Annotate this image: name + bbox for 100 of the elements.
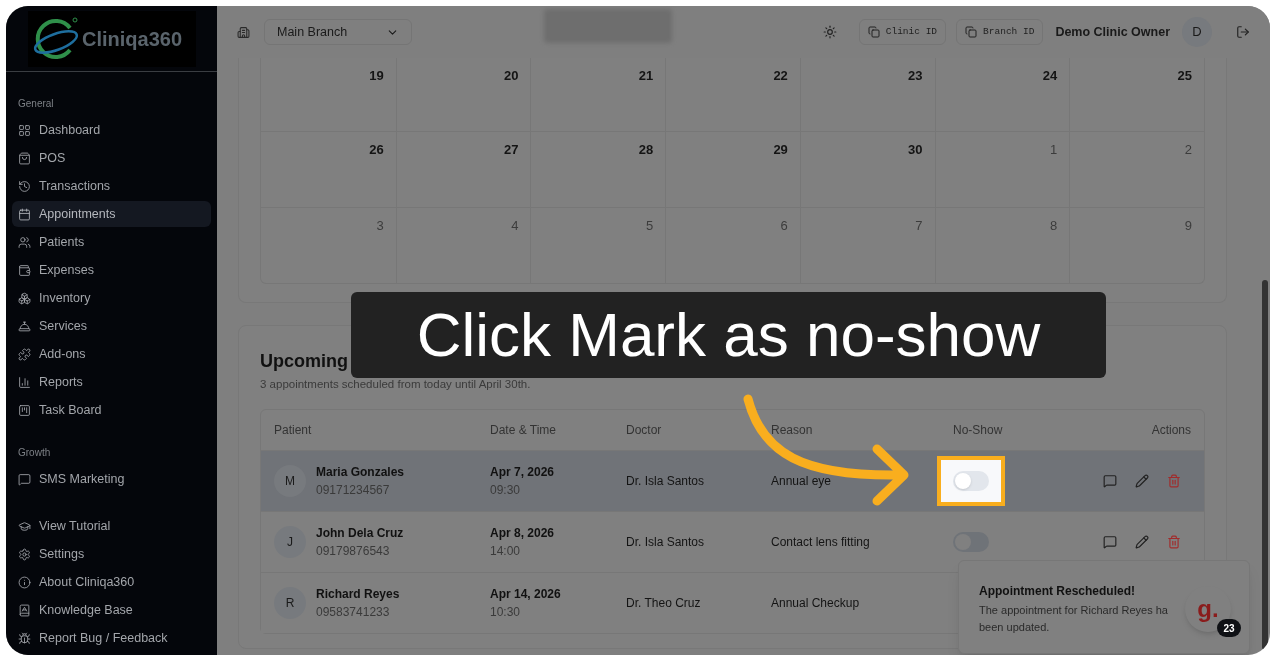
logo-text: Cliniqa360 [82,26,183,52]
bug-icon [18,631,31,645]
delete-icon[interactable] [1167,474,1181,489]
graduation-cap-icon [18,519,31,533]
branch-id-button[interactable]: Branch ID [956,19,1044,45]
copy-icon [965,26,978,38]
calendar-day[interactable]: 5 [645,216,654,236]
patient-name: Maria Gonzales [316,464,405,482]
sidebar-item[interactable]: Patients [12,229,211,255]
patient-name: John Dela Cruz [316,525,404,543]
sidebar-item[interactable]: Services [12,313,211,339]
patient-avatar: M [274,465,306,498]
logo-swirl-icon [32,15,80,62]
dashboard-icon [18,123,31,137]
appointment-date: Apr 8, 2026 [490,525,556,543]
column-header: Patient [274,422,313,440]
calendar-day[interactable]: 9 [1184,216,1192,236]
building-icon [237,25,250,39]
info-icon [18,575,31,589]
no-show-toggle[interactable] [953,471,989,492]
sidebar-item[interactable]: Inventory [12,285,211,311]
reason: Annual eye [771,473,833,491]
calendar-day[interactable]: 4 [511,216,519,236]
user-avatar[interactable]: D [1182,17,1212,47]
users-icon [18,235,31,249]
section-title: Upcoming [260,350,349,373]
sidebar-item[interactable]: Appointments [12,201,211,227]
column-header: Actions [1151,422,1191,440]
sidebar-item[interactable]: Reports [12,369,211,395]
column-header: Date & Time [490,422,558,440]
appointment-row[interactable]: M Maria Gonzales 09171234567 Apr 7, 2026 09:30 Dr. Isla Santos Annual eye [261,450,1204,512]
edit-icon[interactable] [1135,474,1149,489]
calendar-day[interactable]: 6 [780,216,788,236]
calendar-day[interactable]: 29 [773,140,788,160]
board-icon [18,403,31,417]
calendar-day[interactable]: 1 [1050,140,1058,160]
sidebar-item[interactable]: Knowledge Base [12,597,211,623]
calendar-day[interactable]: 28 [638,140,654,160]
bell-icon [18,319,31,333]
theme-toggle-icon[interactable] [822,25,837,39]
calendar-day[interactable]: 30 [908,140,923,160]
patient-avatar: J [274,526,306,559]
sidebar-item[interactable]: Expenses [12,257,211,283]
delete-icon[interactable] [1167,535,1181,550]
reason: Annual Checkup [771,595,861,613]
section-subtitle: 3 appointments scheduled from today until April 30th. [260,377,532,392]
bag-icon [18,151,31,165]
clinic-id-button[interactable]: Clinic ID [858,19,947,45]
puzzle-icon [18,347,31,361]
column-header: Reason [771,422,814,440]
appointment-date: Apr 14, 2026 [490,586,562,604]
logout-icon[interactable] [1236,25,1250,39]
sidebar-item[interactable]: Dashboard [12,117,211,143]
calendar-day[interactable]: 23 [908,66,923,86]
sidebar-item[interactable]: About Cliniqa360 [12,569,211,595]
doctor-name: Dr. Isla Santos [626,473,706,491]
sidebar-item[interactable]: Add-ons [12,341,211,367]
calendar-day[interactable]: 3 [376,216,384,236]
section-label: Growth [17,446,52,460]
calendar-icon [18,207,31,221]
appointment-time: 09:30 [490,482,522,500]
calendar-day[interactable]: 27 [503,140,519,160]
calendar-day[interactable]: 22 [773,66,788,86]
calendar-day[interactable]: 7 [915,216,923,236]
edit-icon[interactable] [1135,535,1149,550]
calendar-day[interactable]: 20 [503,66,519,86]
calendar-day[interactable]: 25 [1177,66,1192,86]
appointment-time: 10:30 [490,604,522,622]
sidebar-item[interactable]: Report Bug / Feedback [12,625,211,651]
calendar-day[interactable]: 2 [1184,140,1192,160]
comment-icon[interactable] [1103,474,1117,489]
calendar-day[interactable]: 24 [1042,66,1058,86]
column-header: Doctor [626,422,663,440]
sidebar-item[interactable]: View Tutorial [12,513,211,539]
sidebar-item[interactable]: POS [12,145,211,171]
calendar-day[interactable]: 8 [1050,216,1058,236]
appointment-time: 14:00 [490,543,522,561]
doctor-name: Dr. Theo Cruz [626,595,702,613]
calendar-day[interactable]: 26 [369,140,384,160]
column-header: No-Show [953,422,1004,440]
sidebar-item[interactable]: SMS Marketing [12,466,211,492]
branch-select[interactable]: Main Branch [264,19,412,45]
sidebar-item[interactable]: Transactions [12,173,211,199]
calendar-day[interactable]: 21 [638,66,654,86]
history-icon [18,179,31,193]
sidebar-item[interactable]: Settings [12,541,211,567]
message-icon [18,472,31,486]
toast-title: Appointment Rescheduled! [979,583,1136,600]
reason: Contact lens fitting [771,534,871,552]
section-label: General [17,97,55,111]
copy-icon [867,26,880,38]
doctor-name: Dr. Isla Santos [626,534,706,552]
calendar-day[interactable]: 19 [369,66,384,86]
toast-message: The appointment for Richard Reyes ha been updated. [979,603,1168,635]
user-name: Demo Clinic Owner [1055,23,1170,41]
sidebar-item[interactable]: Task Board [12,397,211,423]
comment-icon[interactable] [1103,535,1117,550]
appointment-date: Apr 7, 2026 [490,464,556,482]
tutorial-tooltip: Click Mark as no-show [351,292,1106,378]
scrollbar[interactable] [1262,280,1268,650]
